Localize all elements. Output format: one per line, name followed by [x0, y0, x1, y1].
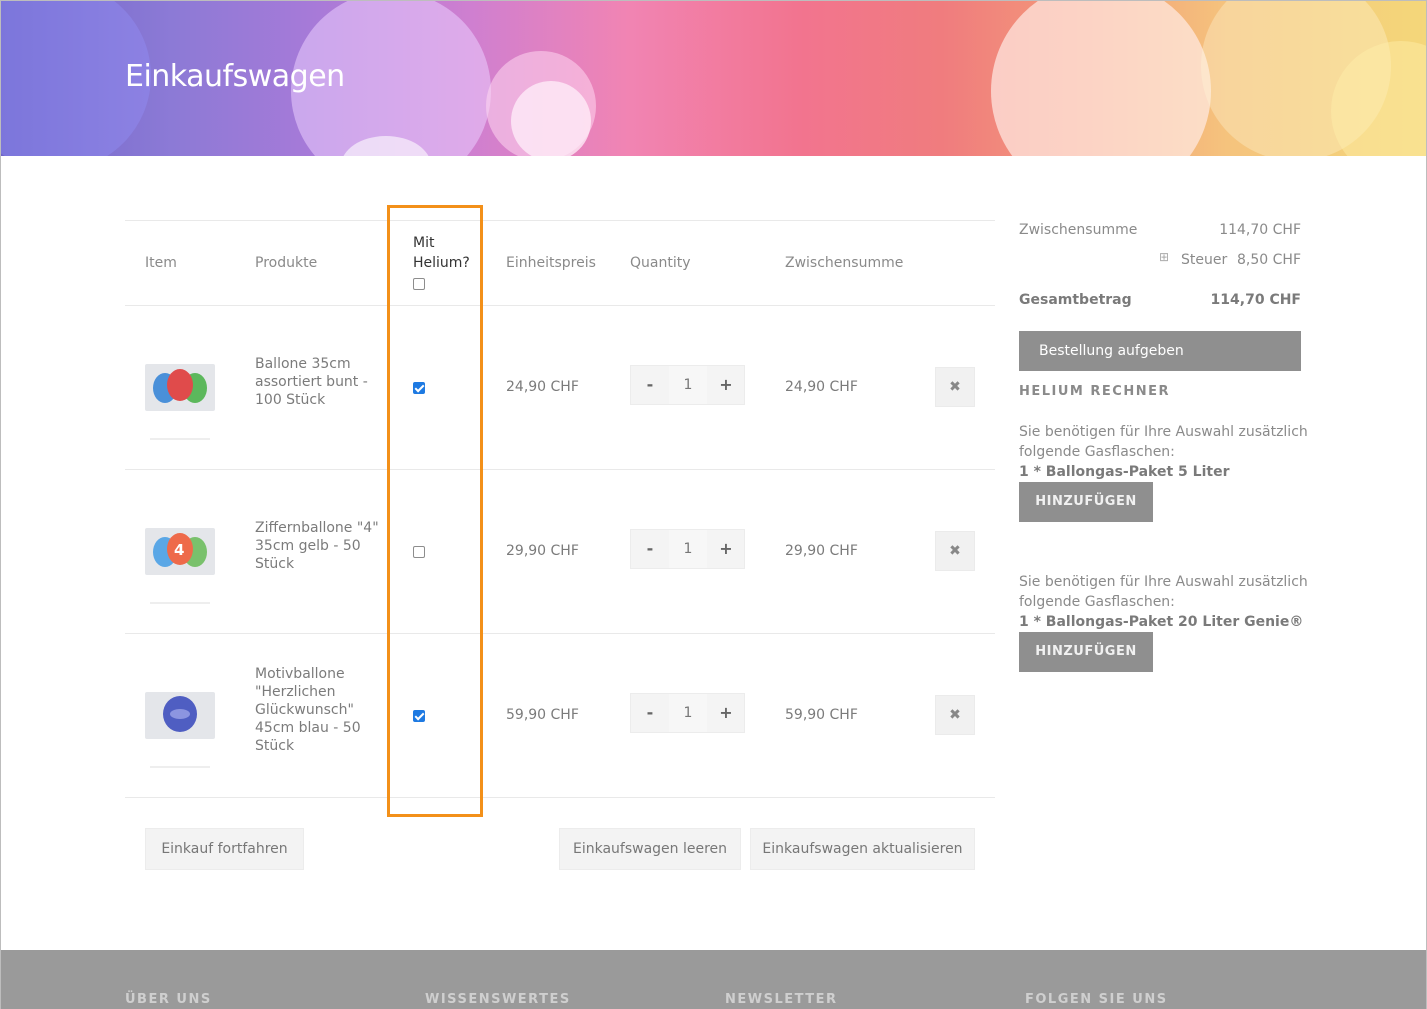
helium-product: 1 * Ballongas-Paket 20 Liter Genie® — [1019, 614, 1304, 630]
helium-info-line: Sie benötigen für Ihre Auswahl zusätzlic… — [1019, 574, 1308, 590]
header-divider — [125, 305, 995, 306]
decrement-button[interactable]: - — [631, 530, 669, 568]
summary-total-value: 114,70 CHF — [1210, 292, 1301, 308]
remove-item-button[interactable]: ✖ — [935, 531, 975, 571]
summary-total-label: Gesamtbetrag — [1019, 292, 1132, 308]
row-subtotal: 24,90 CHF — [785, 379, 858, 395]
unit-price: 24,90 CHF — [506, 379, 579, 395]
remove-item-button[interactable]: ✖ — [935, 695, 975, 735]
add-gas-button[interactable]: HINZUFÜGEN — [1019, 482, 1153, 522]
helium-product: 1 * Ballongas-Paket 5 Liter — [1019, 464, 1230, 480]
product-name-line[interactable]: Motivballone — [255, 665, 345, 683]
hero-banner: Einkaufswagen — [1, 1, 1426, 156]
header-subtotal: Zwischensumme — [785, 255, 904, 271]
product-name-line[interactable]: assortiert bunt - — [255, 373, 368, 391]
table-bottom-border — [125, 797, 995, 798]
row-divider — [125, 469, 995, 470]
header-quantity: Quantity — [630, 255, 691, 271]
thumbnail-shadow — [150, 766, 210, 768]
header-unit-price: Einheitspreis — [506, 255, 596, 271]
row-divider — [125, 633, 995, 634]
product-name-line[interactable]: "Herzlichen — [255, 683, 336, 701]
product-name-line[interactable]: 100 Stück — [255, 391, 325, 409]
summary-subtotal-value: 114,70 CHF — [1219, 222, 1301, 238]
increment-button[interactable]: + — [707, 366, 745, 404]
checkout-button[interactable]: Bestellung aufgeben — [1019, 331, 1301, 371]
balloon-image-icon — [153, 369, 207, 403]
quantity-input[interactable]: 1 — [669, 694, 707, 732]
page-title: Einkaufswagen — [125, 59, 345, 94]
thumbnail-shadow — [150, 438, 210, 440]
helium-info-line: folgende Gasflaschen: — [1019, 444, 1175, 460]
quantity-input[interactable]: 1 — [669, 530, 707, 568]
product-name-line[interactable]: Ballone 35cm — [255, 355, 351, 373]
header-products: Produkte — [255, 255, 318, 271]
svg-text:4: 4 — [174, 541, 184, 559]
product-name-line[interactable]: 35cm gelb - 50 — [255, 537, 361, 555]
decrement-button[interactable]: - — [631, 366, 669, 404]
decrement-button[interactable]: - — [631, 694, 669, 732]
update-cart-button[interactable]: Einkaufswagen aktualisieren — [750, 828, 975, 870]
quantity-input[interactable]: 1 — [669, 366, 707, 404]
helium-column-highlight — [387, 205, 483, 817]
clear-cart-button[interactable]: Einkaufswagen leeren — [559, 828, 741, 870]
footer-heading-newsletter: NEWSLETTER — [725, 992, 838, 1007]
product-name-line[interactable]: Glückwunsch" — [255, 701, 354, 719]
product-thumbnail[interactable] — [145, 692, 215, 739]
quantity-stepper[interactable]: - 1 + — [630, 529, 745, 569]
increment-button[interactable]: + — [707, 530, 745, 568]
balloon-image-icon: 4 — [153, 533, 207, 567]
header-item: Item — [145, 255, 177, 271]
bokeh-bubble — [991, 1, 1211, 156]
continue-shopping-button[interactable]: Einkauf fortfahren — [145, 828, 304, 870]
quantity-stepper[interactable]: - 1 + — [630, 365, 745, 405]
remove-item-button[interactable]: ✖ — [935, 367, 975, 407]
product-name-line[interactable]: Ziffernballone "4" — [255, 519, 379, 537]
thumbnail-shadow — [150, 602, 210, 604]
helium-info-line: Sie benötigen für Ihre Auswahl zusätzlic… — [1019, 424, 1308, 440]
increment-button[interactable]: + — [707, 694, 745, 732]
row-subtotal: 29,90 CHF — [785, 543, 858, 559]
add-gas-button[interactable]: HINZUFÜGEN — [1019, 632, 1153, 672]
product-thumbnail[interactable]: 4 — [145, 528, 215, 575]
helium-calculator-heading: HELIUM RECHNER — [1019, 384, 1170, 399]
bokeh-bubble — [511, 81, 591, 156]
summary-tax-value: 8,50 CHF — [1237, 252, 1301, 268]
footer: ÜBER UNS WISSENSWERTES NEWSLETTER FOLGEN… — [1, 950, 1426, 1009]
table-top-border — [125, 220, 995, 221]
product-thumbnail[interactable] — [145, 364, 215, 411]
balloon-image-icon — [163, 696, 197, 732]
quantity-stepper[interactable]: - 1 + — [630, 693, 745, 733]
helium-info-line: folgende Gasflaschen: — [1019, 594, 1175, 610]
summary-subtotal-label: Zwischensumme — [1019, 222, 1138, 238]
footer-heading-about: ÜBER UNS — [125, 992, 212, 1007]
tax-expand-icon[interactable]: ⊞ — [1159, 250, 1169, 264]
row-subtotal: 59,90 CHF — [785, 707, 858, 723]
unit-price: 29,90 CHF — [506, 543, 579, 559]
unit-price: 59,90 CHF — [506, 707, 579, 723]
footer-heading-knowledge: WISSENSWERTES — [425, 992, 571, 1007]
footer-heading-social: FOLGEN SIE UNS — [1025, 992, 1168, 1007]
product-name-line[interactable]: Stück — [255, 737, 294, 755]
product-name-line[interactable]: 45cm blau - 50 — [255, 719, 361, 737]
product-name-line[interactable]: Stück — [255, 555, 294, 573]
